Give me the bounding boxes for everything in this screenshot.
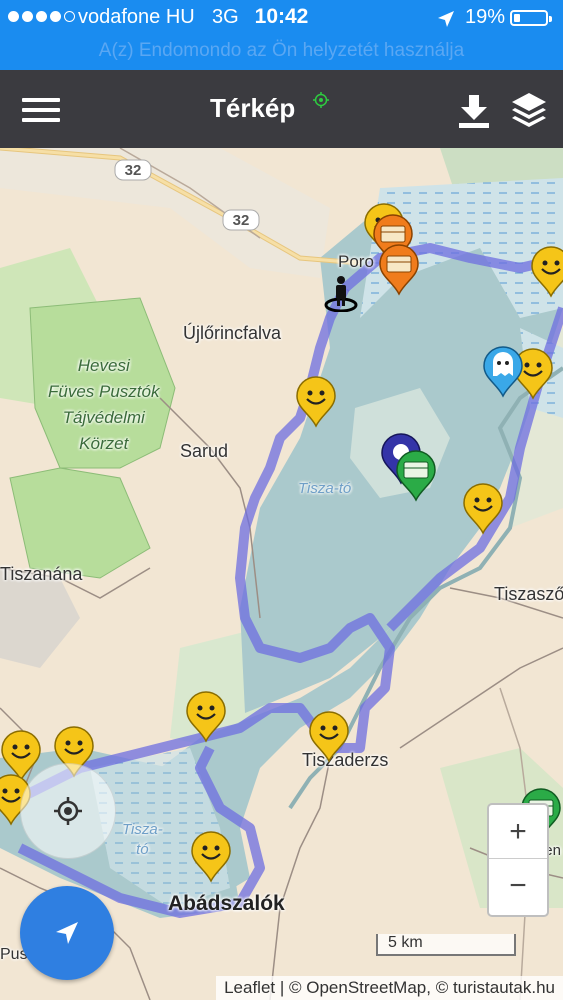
layers-icon[interactable] [510,91,548,129]
crosshair-icon [54,797,82,825]
zoom-control: + − [487,803,549,917]
download-icon[interactable] [455,93,493,129]
user-position-marker [324,276,358,312]
lake-label: Tisza-tó [298,480,352,497]
place-label: Sarud [180,441,229,461]
page-title: Térkép [210,93,296,123]
zoom-in-button[interactable]: + [489,805,547,858]
smiley-marker[interactable] [530,246,563,298]
place-label: Újlőrincfalva [183,323,282,343]
smiley-marker[interactable] [295,376,337,428]
map-attribution[interactable]: Leaflet | © OpenStreetMap, © turistautak… [216,976,563,1000]
compass-arrow-icon [56,922,78,944]
map-view[interactable]: 32 32 Poro Újlőrincfalva Sarud Tiszanána… [0,148,563,1000]
navigate-button[interactable] [20,886,114,980]
place-label: Tiszanána [0,564,83,584]
smiley-marker[interactable] [462,483,504,535]
battery-percent: 19% [465,6,506,28]
map-tiles: 32 32 [0,148,563,1000]
road-shield: 32 [222,209,260,231]
ghost-marker[interactable] [482,346,524,398]
locate-me-button[interactable] [20,763,116,859]
hamburger-menu-icon[interactable] [18,94,64,126]
location-usage-banner[interactable]: A(z) Endomondo az Ön helyzetét használja [0,40,563,62]
svg-text:32: 32 [125,162,142,179]
lake-label: Tisza- tó [122,821,163,858]
smiley-marker[interactable] [185,691,227,743]
smiley-marker[interactable] [308,711,350,763]
smiley-marker[interactable] [190,831,232,883]
place-label: Abádszalók [168,892,285,915]
green-chest-marker[interactable] [395,450,437,502]
place-label: Poro [338,252,374,271]
place-label: Tiszaszől [494,584,563,604]
status-bar: vodafone HU 3G 10:42 19% A(z) Endomondo … [0,0,563,70]
zoom-out-button[interactable]: − [489,858,547,912]
gps-indicator-icon [313,92,329,108]
app-bar: Térkép [0,70,563,148]
road-shield: 32 [114,159,152,181]
scale-bar: 5 km [376,934,516,956]
nature-reserve-label: Hevesi Füves Pusztók Tájvédelmi Körzet [48,356,160,453]
location-arrow-icon [438,11,454,27]
svg-text:32: 32 [233,212,250,229]
battery-icon [510,10,552,26]
orange-chest-marker[interactable] [378,244,420,296]
